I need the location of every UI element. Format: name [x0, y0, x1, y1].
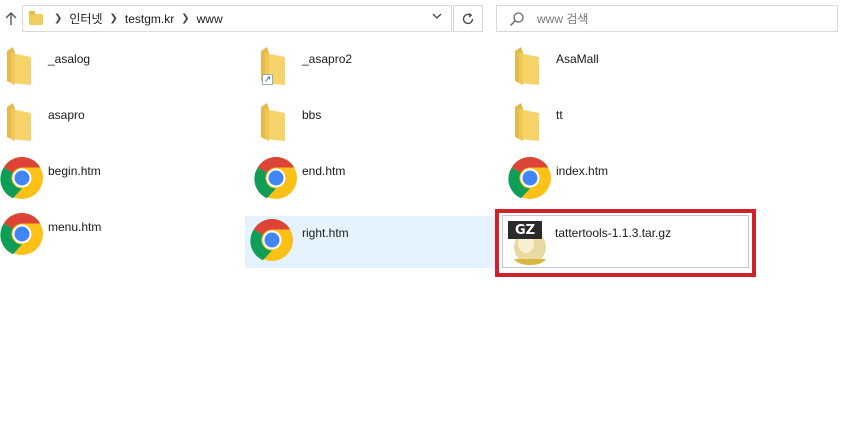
- chevron-right-icon: ❯: [54, 13, 63, 24]
- file-name: menu.htm: [48, 220, 102, 234]
- file-name: tt: [556, 108, 563, 122]
- file-item-tt[interactable]: tt: [508, 96, 762, 148]
- search-icon: [509, 11, 529, 27]
- file-name: bbs: [302, 108, 322, 122]
- file-item-asalog[interactable]: _asalog: [0, 40, 254, 92]
- breadcrumb-item-www[interactable]: www: [197, 12, 223, 26]
- file-name: _asalog: [48, 52, 91, 66]
- file-name: right.htm: [302, 226, 349, 240]
- file-item-right-htm[interactable]: right.htm: [245, 216, 495, 268]
- search-input[interactable]: [535, 10, 819, 27]
- file-name: _asapro2: [302, 52, 353, 66]
- chevron-right-icon: ❯: [109, 13, 118, 24]
- file-name: AsaMall: [556, 52, 599, 66]
- chrome-icon: [0, 157, 43, 199]
- file-item-menu-htm[interactable]: menu.htm: [0, 208, 254, 260]
- folder-icon: [515, 47, 539, 85]
- folder-icon: [261, 103, 285, 141]
- file-item-begin-htm[interactable]: begin.htm: [0, 152, 254, 204]
- folder-icon: [515, 103, 539, 141]
- file-item-asapro2[interactable]: ↗ _asapro2: [254, 40, 508, 92]
- shortcut-arrow-icon: ↗: [262, 74, 273, 85]
- address-bar[interactable]: ❯ 인터넷 ❯ testgm.kr ❯ www: [22, 5, 452, 32]
- file-name: index.htm: [556, 164, 609, 178]
- refresh-button[interactable]: [453, 5, 483, 32]
- file-name: begin.htm: [48, 164, 101, 178]
- refresh-icon: [462, 12, 474, 24]
- chevron-down-icon[interactable]: [431, 10, 443, 25]
- folder-icon: [7, 47, 31, 85]
- folder-icon: [7, 103, 31, 141]
- file-item-asamall[interactable]: AsaMall: [508, 40, 762, 92]
- file-item-asapro[interactable]: asapro: [0, 96, 254, 148]
- up-arrow-icon[interactable]: [2, 9, 20, 29]
- file-item-bbs[interactable]: bbs: [254, 96, 508, 148]
- breadcrumb-item-internet[interactable]: 인터넷: [69, 10, 102, 27]
- chevron-right-icon: ❯: [181, 13, 190, 24]
- file-name: end.htm: [302, 164, 346, 178]
- breadcrumb-item-testgm[interactable]: testgm.kr: [125, 12, 174, 26]
- chrome-icon: [254, 157, 297, 199]
- highlight-annotation: [495, 209, 756, 277]
- file-name: asapro: [48, 108, 85, 122]
- folder-icon: [29, 11, 43, 25]
- search-box[interactable]: [496, 5, 838, 32]
- chrome-icon: [0, 213, 43, 255]
- navigation-bar: ❯ 인터넷 ❯ testgm.kr ❯ www: [0, 0, 846, 40]
- file-item-end-htm[interactable]: end.htm: [254, 152, 508, 204]
- chrome-icon: [508, 157, 551, 199]
- breadcrumb: ❯ 인터넷 ❯ testgm.kr ❯ www: [47, 10, 223, 27]
- file-item-index-htm[interactable]: index.htm: [508, 152, 762, 204]
- chrome-icon: [250, 219, 293, 261]
